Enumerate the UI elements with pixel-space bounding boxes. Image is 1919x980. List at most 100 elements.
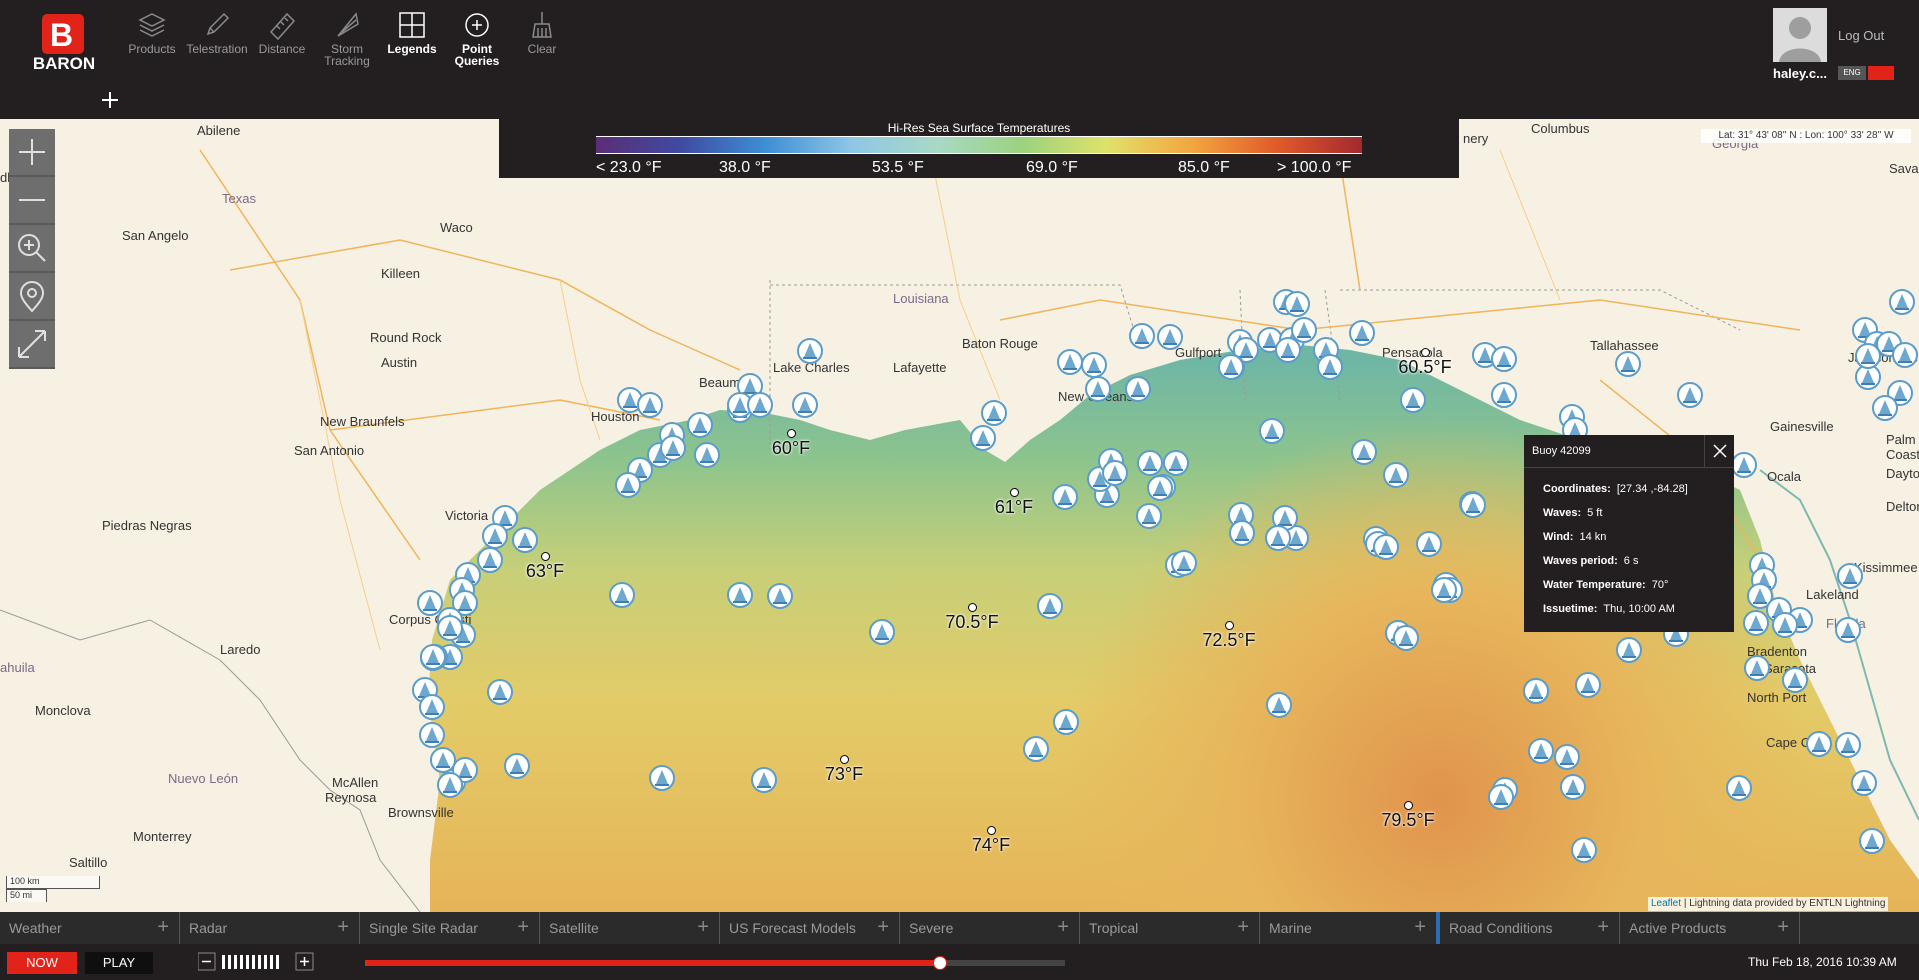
pencil-icon xyxy=(206,12,230,36)
language-toggle[interactable]: ENG xyxy=(1838,66,1908,80)
point-queries-label: Point Queries xyxy=(454,42,500,68)
temp-point[interactable]: 72.5°F xyxy=(1194,621,1264,651)
language-switch[interactable] xyxy=(1868,66,1894,80)
popup-header: Buoy 42099 xyxy=(1524,435,1734,468)
legend-label: 69.0 °F xyxy=(1026,159,1078,176)
temp-point[interactable]: 74°F xyxy=(966,826,1016,856)
plus-icon[interactable]: + xyxy=(517,916,529,939)
current-datetime: Thu Feb 18, 2016 10:39 AM xyxy=(1748,955,1897,969)
temp-point[interactable]: 79.5°F xyxy=(1373,801,1443,831)
expand-icon xyxy=(18,330,46,358)
plus-icon[interactable]: + xyxy=(697,916,709,939)
broom-icon xyxy=(532,12,552,38)
avatar[interactable] xyxy=(1773,8,1827,62)
timeline-handle[interactable] xyxy=(933,956,947,970)
attribution: Leaflet | Lightning data provided by ENT… xyxy=(1648,897,1889,911)
telestration-label: Telestration xyxy=(186,42,248,56)
temp-point[interactable]: 60.5°F xyxy=(1390,348,1460,378)
tab-tropical[interactable]: Tropical + xyxy=(1080,912,1260,944)
tab-weather[interactable]: Weather + xyxy=(0,912,180,944)
close-icon xyxy=(1713,444,1727,458)
language-label: ENG xyxy=(1838,66,1866,80)
plus-icon[interactable]: + xyxy=(877,916,889,939)
plus-icon xyxy=(19,139,45,165)
layers-icon xyxy=(138,13,166,37)
legends-button[interactable]: Legends xyxy=(377,10,447,55)
distance-button[interactable]: Distance xyxy=(247,10,317,55)
scale-mi: 50 mi xyxy=(6,889,47,902)
temp-label: 70.5°F xyxy=(945,612,999,632)
tab-us-forecast-models[interactable]: US Forecast Models + xyxy=(720,912,900,944)
products-button[interactable]: Products xyxy=(117,10,187,55)
plus-icon[interactable]: + xyxy=(337,916,349,939)
temp-label: 74°F xyxy=(971,835,1011,855)
tab-severe[interactable]: Severe + xyxy=(900,912,1080,944)
timeline-progress xyxy=(365,960,939,966)
legend-color-bar xyxy=(596,136,1362,154)
popup-close-button[interactable] xyxy=(1704,435,1735,467)
zoom-box-button[interactable] xyxy=(9,225,55,273)
clear-button[interactable]: Clear xyxy=(507,10,577,55)
buoy-popup: Buoy 42099 Coordinates: [27.34 ,-84.28] W… xyxy=(1524,435,1734,632)
storm-tracking-label: Storm Tracking xyxy=(324,42,370,68)
logout-link[interactable]: Log Out xyxy=(1838,28,1884,43)
top-toolbar: B BARON Products Telestration Distance S… xyxy=(0,0,1919,119)
popup-row-wave-period: Waves period: 6 s xyxy=(1543,555,1639,567)
speed-control[interactable] xyxy=(198,952,316,972)
tab-marine[interactable]: Marine + xyxy=(1260,912,1440,944)
tab-satellite[interactable]: Satellite + xyxy=(540,912,720,944)
now-button[interactable]: NOW xyxy=(7,952,77,974)
play-button[interactable]: PLAY xyxy=(85,952,153,974)
popup-title: Buoy 42099 xyxy=(1532,445,1591,457)
legend-label: 53.5 °F xyxy=(872,159,924,176)
temp-point[interactable]: 73°F xyxy=(819,755,869,785)
popup-row-issuetime: Issuetime: Thu, 10:00 AM xyxy=(1543,603,1675,615)
leaflet-link[interactable]: Leaflet xyxy=(1651,898,1681,909)
temp-label: 60°F xyxy=(771,438,811,458)
distance-label: Distance xyxy=(258,42,306,56)
temp-point[interactable]: 60°F xyxy=(766,429,816,459)
tab-road-conditions[interactable]: Road Conditions + xyxy=(1440,912,1620,944)
minus-icon xyxy=(19,199,45,201)
popup-row-waves: Waves: 5 ft xyxy=(1543,507,1603,519)
add-plus-icon[interactable] xyxy=(98,88,122,112)
plus-icon[interactable]: + xyxy=(1777,916,1789,939)
coordinates-readout: Lat: 31° 43' 08'' N : Lon: 100° 33' 28''… xyxy=(1701,129,1911,143)
timeline-slider[interactable] xyxy=(365,956,1065,970)
point-queries-button[interactable]: Point Queries xyxy=(442,10,512,67)
temp-label: 60.5°F xyxy=(1398,357,1452,377)
plus-icon[interactable]: + xyxy=(157,916,169,939)
tab-active-products[interactable]: Active Products + xyxy=(1620,912,1800,944)
location-pin-icon xyxy=(19,281,45,313)
product-tabs: Weather + Radar + Single Site Radar + Satel… xyxy=(0,912,1919,944)
popup-row-coordinates: Coordinates: [27.34 ,-84.28] xyxy=(1543,483,1688,495)
storm-cone-icon xyxy=(337,12,359,37)
temp-point[interactable]: 63°F xyxy=(520,552,570,582)
temp-point[interactable]: 70.5°F xyxy=(937,603,1007,633)
popup-row-wind: Wind: 14 kn xyxy=(1543,531,1607,543)
fullscreen-button[interactable] xyxy=(9,321,55,369)
user-profile[interactable]: haley.c... xyxy=(1773,8,1827,81)
temp-label: 61°F xyxy=(994,497,1034,517)
zoom-in-button[interactable] xyxy=(9,129,55,177)
tab-single-site-radar[interactable]: Single Site Radar + xyxy=(360,912,540,944)
scale-km: 100 km xyxy=(6,876,100,889)
map-controls xyxy=(9,129,55,369)
plus-icon[interactable]: + xyxy=(1237,916,1249,939)
plus-icon[interactable]: + xyxy=(1414,916,1426,939)
scale-bar: 100 km 50 mi xyxy=(6,876,100,902)
attribution-text: | Lightning data provided by ENTLN Light… xyxy=(1683,898,1886,909)
telestration-button[interactable]: Telestration xyxy=(182,10,252,55)
temp-label: 73°F xyxy=(824,764,864,784)
temp-label: 79.5°F xyxy=(1381,810,1435,830)
temp-label: 63°F xyxy=(525,561,565,581)
tab-radar[interactable]: Radar + xyxy=(180,912,360,944)
plus-icon[interactable]: + xyxy=(1057,916,1069,939)
crosshair-icon xyxy=(465,13,489,37)
plus-icon[interactable]: + xyxy=(1597,916,1609,939)
zoom-out-button[interactable] xyxy=(9,177,55,225)
storm-tracking-button[interactable]: Storm Tracking xyxy=(312,10,382,67)
locate-button[interactable] xyxy=(9,273,55,321)
temp-point[interactable]: 61°F xyxy=(989,488,1039,518)
logo-text: BARON xyxy=(32,54,96,73)
